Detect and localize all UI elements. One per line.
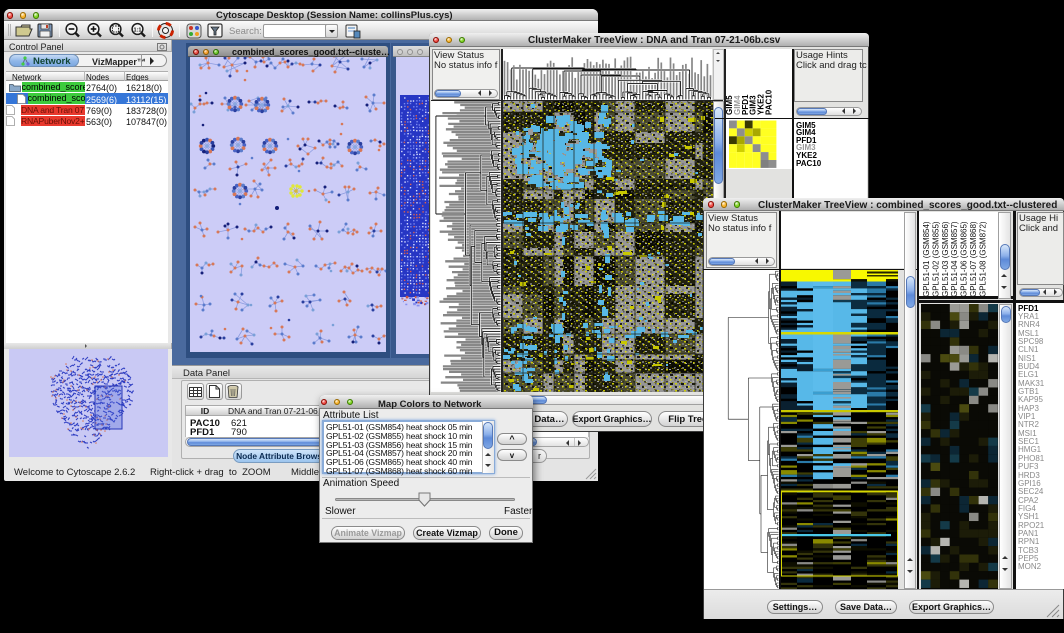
- svg-text:GPL51-06 (GSM865): GPL51-06 (GSM865): [960, 221, 969, 297]
- svg-text:GPL51-03 (GSM856): GPL51-03 (GSM856): [941, 221, 950, 297]
- svg-text:PAC10: PAC10: [765, 89, 774, 115]
- svg-text:GPL51-08 (GSM872): GPL51-08 (GSM872): [978, 221, 987, 297]
- svg-text:GPL51-07 (GSM868): GPL51-07 (GSM868): [969, 221, 978, 297]
- svg-text:1:1: 1:1: [134, 27, 142, 33]
- svg-text:GPL51-01 (GSM854): GPL51-01 (GSM854): [922, 221, 931, 297]
- svg-text:GPL51-02 (GSM855): GPL51-02 (GSM855): [931, 221, 940, 297]
- svg-text:GPL51-04 (GSM857): GPL51-04 (GSM857): [950, 221, 959, 297]
